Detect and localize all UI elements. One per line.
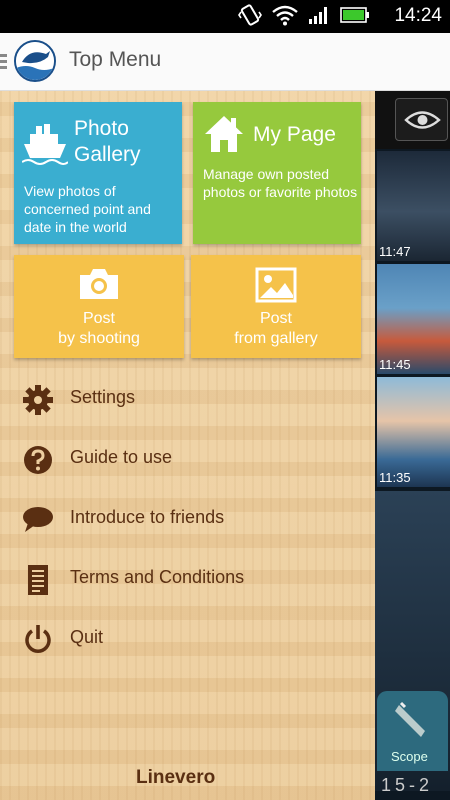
feed-photo-thumb[interactable]: 11:45 (377, 264, 450, 374)
menu-item-introduce[interactable]: Introduce to friends (0, 494, 375, 544)
my-page-tile[interactable]: My Page Manage own posted photos or favo… (193, 102, 361, 244)
tile-title: Gallery (74, 143, 141, 166)
tile-title: My Page (253, 123, 336, 146)
drawer-toggle-icon[interactable] (0, 54, 7, 72)
brand-name: Linevero (136, 767, 216, 788)
battery-icon (340, 6, 370, 28)
view-toggle-button[interactable] (395, 98, 448, 141)
bottom-number: 15-2 (381, 775, 434, 795)
camera-icon (78, 267, 120, 305)
tile-label: Post from gallery (234, 310, 318, 347)
navigation-drawer: Photo Gallery View photos of concerned p… (0, 91, 375, 800)
app-logo-icon[interactable] (14, 40, 56, 82)
power-icon (22, 624, 54, 656)
telescope-icon (395, 701, 425, 737)
signal-icon (308, 5, 330, 29)
brand-logo: Linevero (136, 767, 215, 789)
home-icon (205, 116, 243, 152)
status-icons (238, 4, 370, 30)
document-icon (22, 564, 54, 596)
tile-description: View photos of concerned point and date … (24, 183, 151, 235)
menu-item-label: Settings (70, 387, 136, 407)
menu-item-label: Introduce to friends (70, 507, 225, 527)
menu-item-settings[interactable]: Settings (0, 374, 375, 424)
gear-icon (22, 384, 54, 416)
vibrate-icon (238, 3, 262, 31)
app-bar: Top Menu (0, 33, 450, 91)
page-title: Top Menu (69, 48, 162, 71)
menu-item-guide[interactable]: Guide to use (0, 434, 375, 484)
ship-icon (22, 124, 68, 165)
menu-item-terms[interactable]: Terms and Conditions (0, 554, 375, 604)
background-feed: 11:47 11:45 11:35 Scope 15-2 (375, 91, 450, 800)
menu-item-quit[interactable]: Quit (0, 614, 375, 664)
photo-time: 11:35 (379, 470, 411, 485)
status-bar: 14:24 (0, 0, 450, 33)
post-from-gallery-tile[interactable]: Post from gallery (191, 255, 361, 358)
feed-toolbar (375, 91, 450, 149)
wifi-icon (272, 4, 298, 30)
photo-time: 11:45 (379, 357, 411, 372)
scope-button[interactable]: Scope (377, 691, 448, 771)
status-time: 14:24 (394, 5, 442, 26)
tile-label: Post by shooting (58, 310, 140, 347)
picture-icon (255, 267, 297, 307)
feed-photo-thumb[interactable]: 11:35 (377, 377, 450, 487)
question-icon (22, 444, 54, 476)
speech-bubble-icon (22, 504, 54, 536)
post-by-shooting-tile[interactable]: Post by shooting (14, 255, 184, 358)
tile-description: Manage own posted photos or favorite pho… (203, 166, 358, 200)
photo-time: 11:47 (379, 244, 411, 259)
tile-title: Photo (74, 117, 129, 140)
feed-photo-thumb[interactable]: 11:47 (377, 151, 450, 261)
menu-item-label: Quit (70, 627, 104, 647)
menu-item-label: Guide to use (70, 447, 173, 467)
menu-item-label: Terms and Conditions (70, 567, 245, 587)
scope-label: Scope (391, 749, 428, 764)
photo-gallery-tile[interactable]: Photo Gallery View photos of concerned p… (14, 102, 182, 244)
